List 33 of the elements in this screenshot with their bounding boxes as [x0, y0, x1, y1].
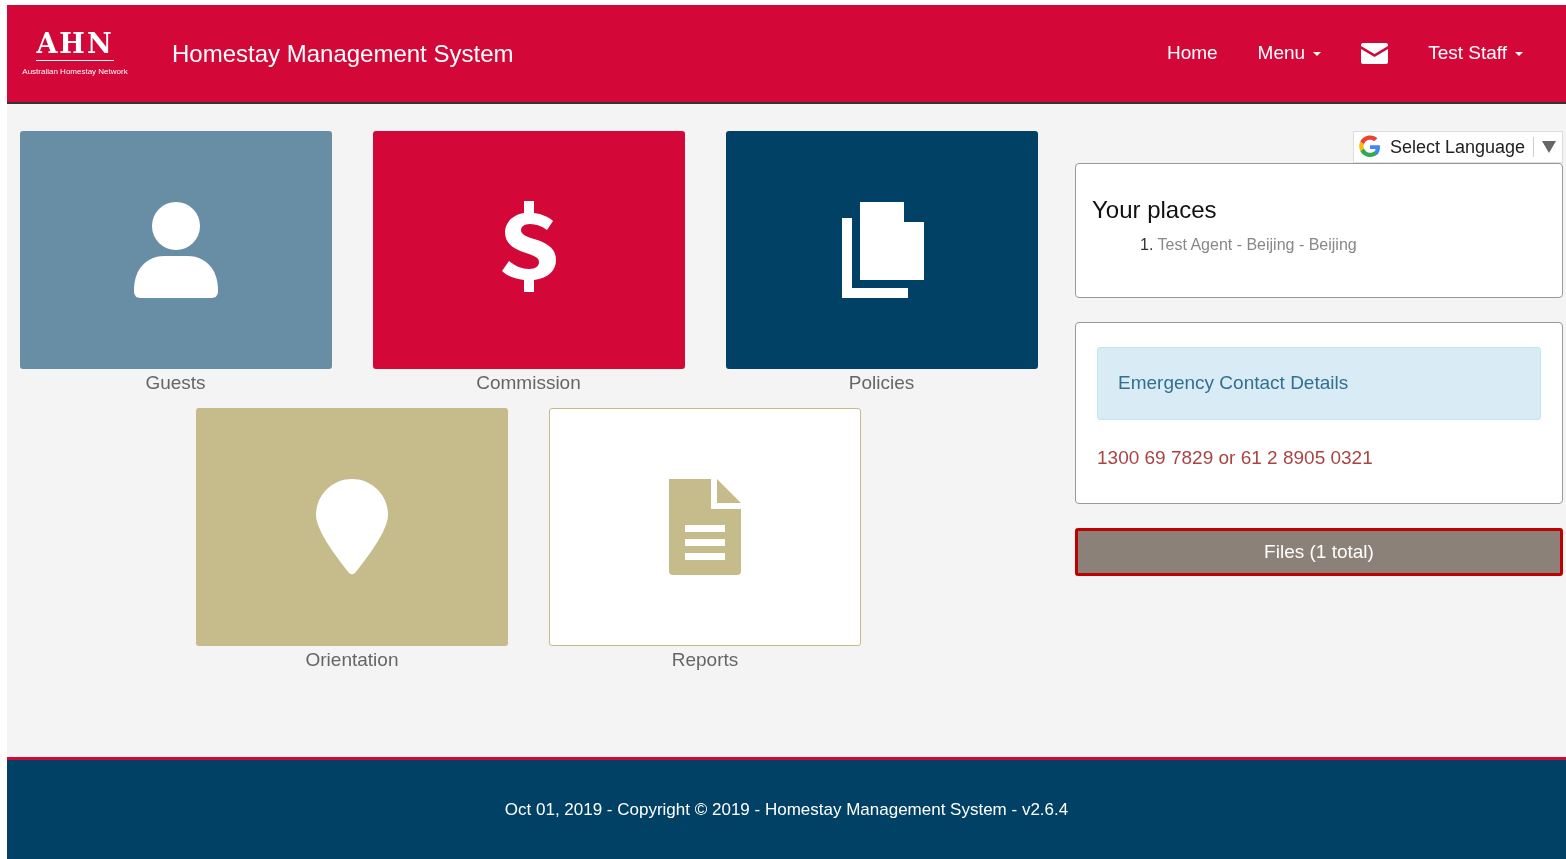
language-label: Select Language: [1389, 135, 1525, 159]
files-button[interactable]: Files (1 total): [1075, 528, 1563, 576]
app-title: Homestay Management System: [172, 38, 514, 69]
phone-numbers: 1300 69 7829 or 61 2 8905 0321: [1097, 445, 1374, 470]
tile-label: Guests: [145, 371, 206, 395]
tile-label: Commission: [476, 371, 581, 395]
logo-text: AHN: [36, 29, 114, 61]
person-icon: [133, 202, 218, 298]
mail-link[interactable]: [1361, 43, 1389, 64]
tile-label: Orientation: [305, 648, 399, 672]
emergency-heading: Emergency Contact Details: [1097, 347, 1541, 420]
menu-tile[interactable]: [372, 131, 685, 369]
language-select[interactable]: Select Language: [1352, 131, 1563, 163]
google-icon: [1357, 135, 1382, 159]
envelope-icon: [1361, 43, 1389, 64]
tile-label: Reports: [671, 648, 739, 672]
caret-icon: [1515, 51, 1523, 56]
caret-icon: [1313, 51, 1322, 56]
location-pin-icon: [316, 479, 388, 575]
card-title: Your places: [1092, 196, 1218, 225]
menu-tile[interactable]: [196, 408, 508, 646]
nav-dropdown[interactable]: Menu: [1257, 39, 1322, 68]
nav-dropdown[interactable]: Test Staff: [1428, 39, 1523, 68]
menu-tile[interactable]: [549, 408, 861, 646]
logo-caption: Australian Homestay Network: [21, 65, 129, 78]
document-icon: [669, 479, 741, 575]
menu-tile[interactable]: [725, 131, 1038, 369]
menu-tile[interactable]: [19, 131, 332, 369]
place-item: 1. Test Agent - Beijing - Beijing: [1140, 234, 1358, 255]
nav-link[interactable]: Home: [1166, 39, 1218, 68]
footer-text: Oct 01, 2019 - Copyright © 2019 - Homestay Management System - v2.6.4: [7, 757, 1566, 859]
tile-label: Policies: [848, 371, 915, 395]
documents-icon: [839, 202, 924, 298]
